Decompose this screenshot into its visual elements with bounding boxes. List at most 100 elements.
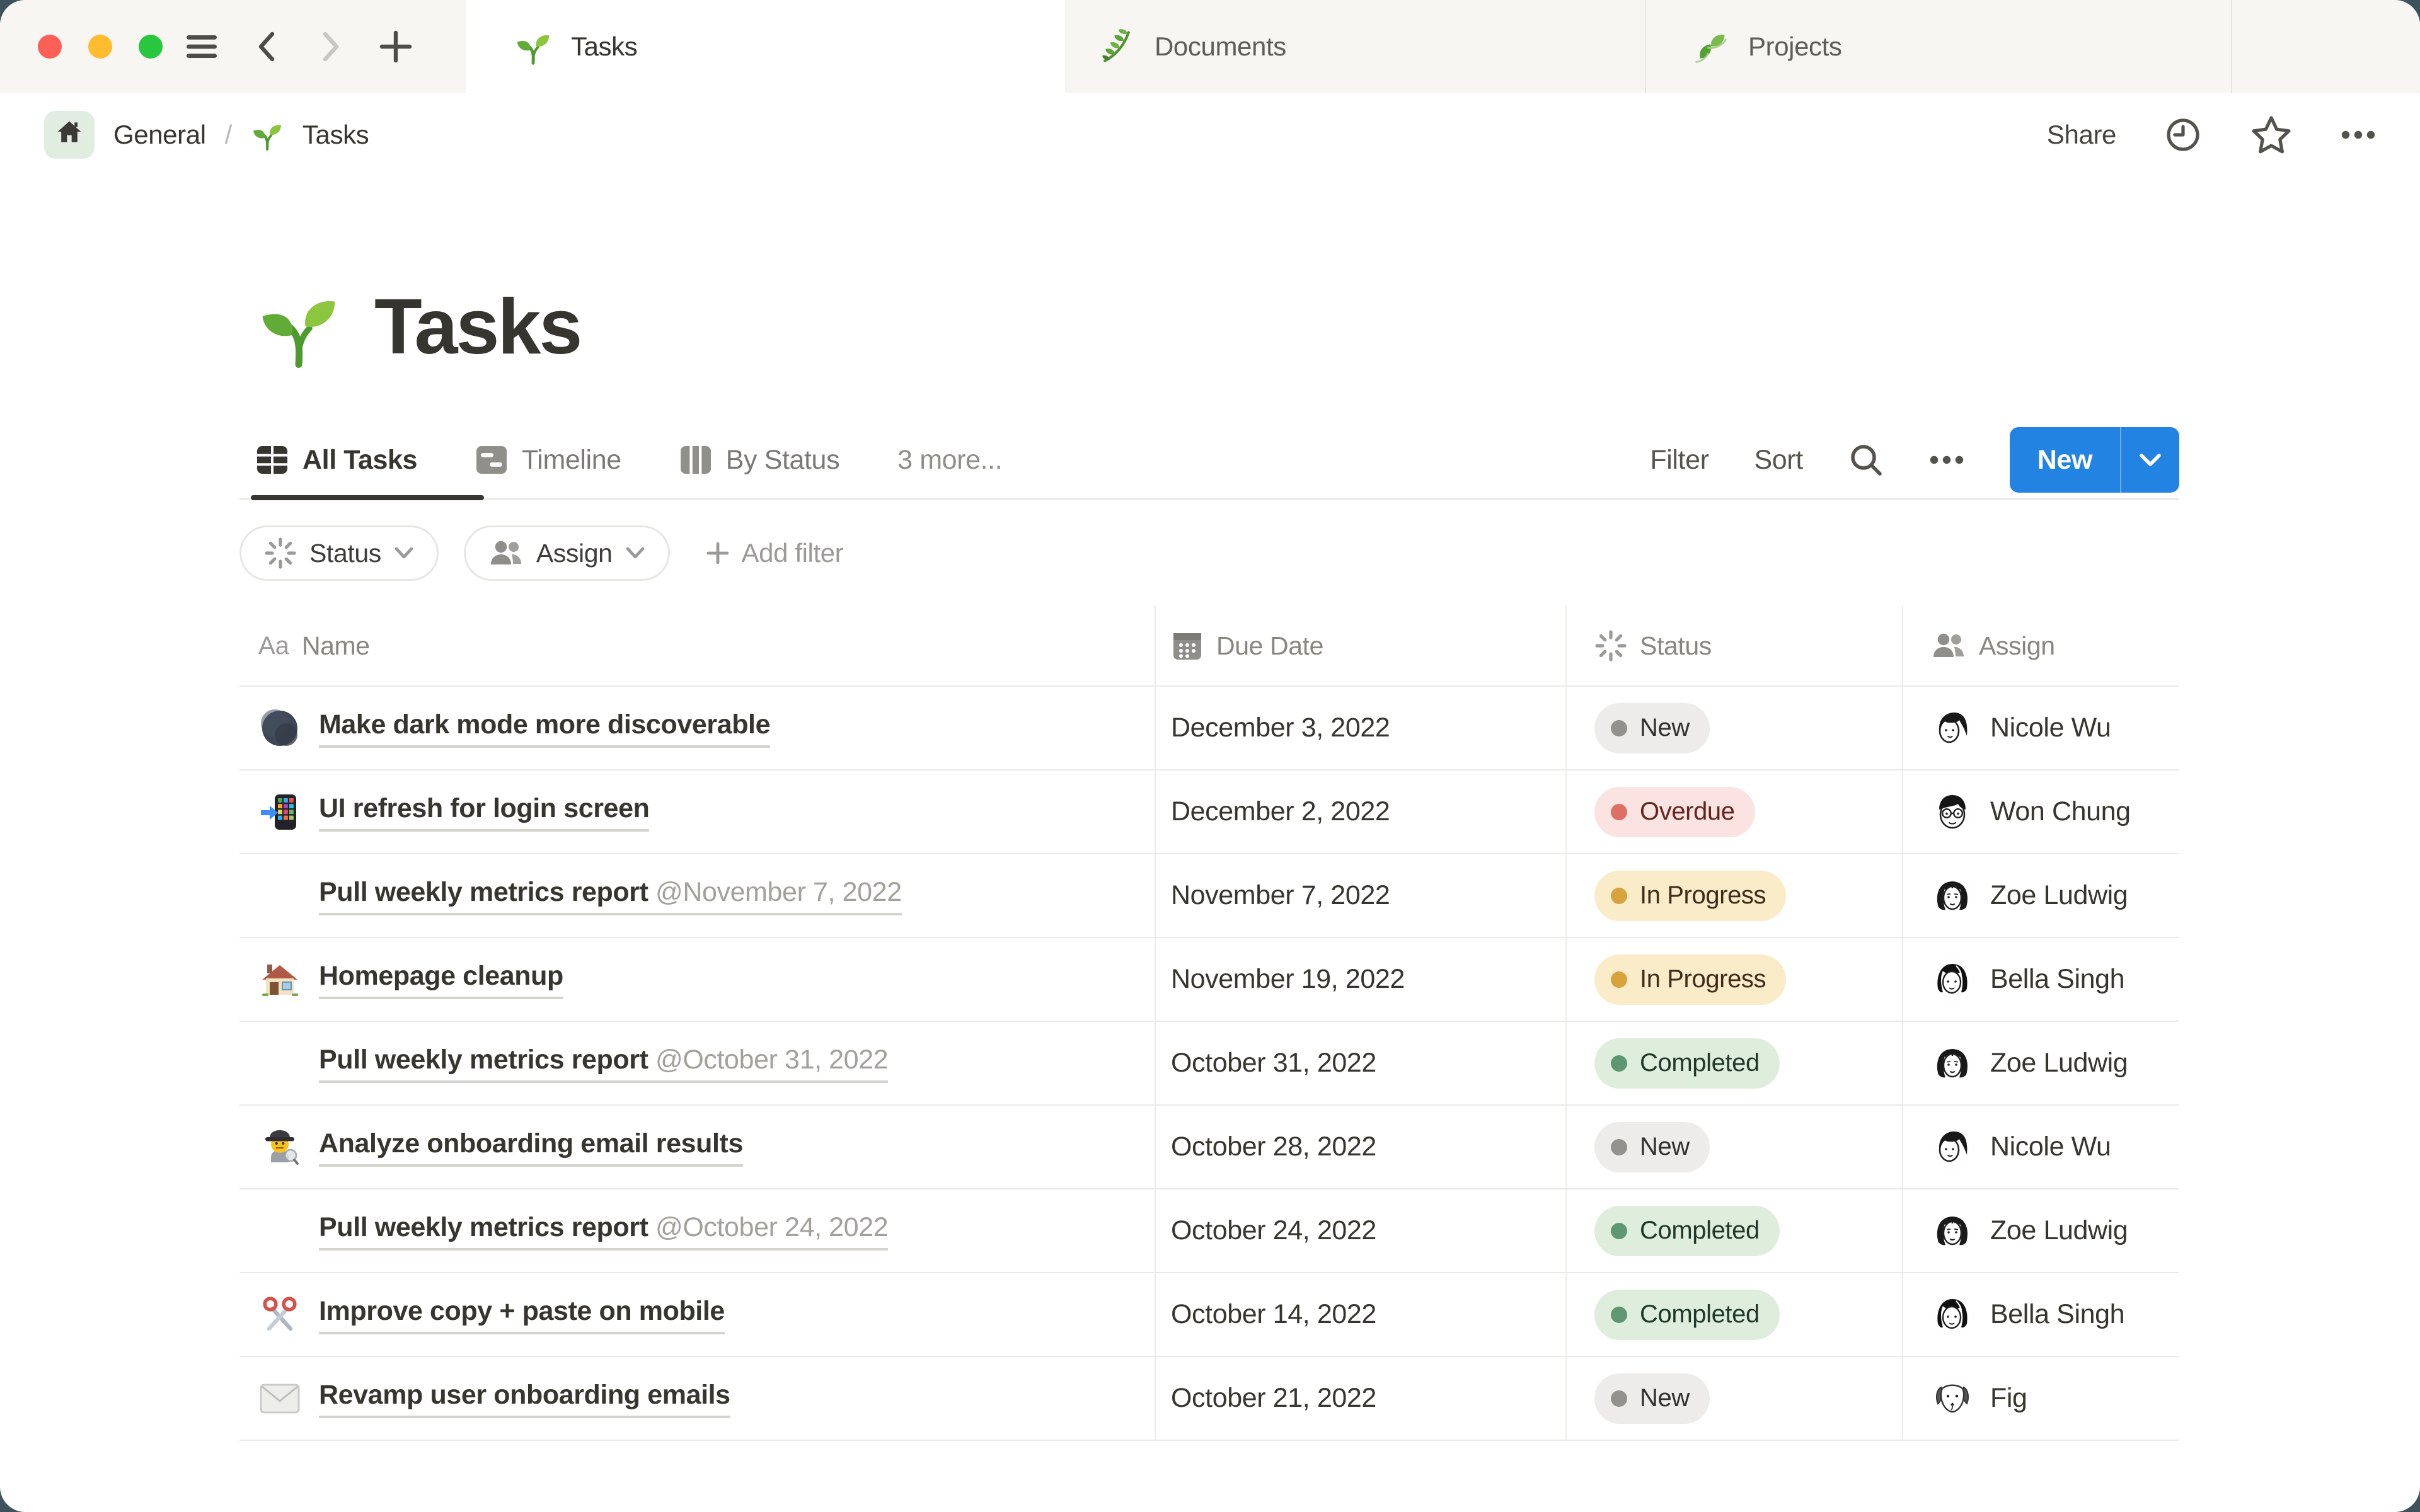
task-title-link[interactable]: Homepage cleanup xyxy=(319,959,563,1000)
new-button-dropdown[interactable] xyxy=(2120,427,2179,493)
assign-cell[interactable]: Bella Singh xyxy=(1903,938,2179,1021)
favorite-star-icon[interactable] xyxy=(2250,115,2293,155)
assign-cell[interactable]: Nicole Wu xyxy=(1903,687,2179,769)
task-name-cell[interactable]: Homepage cleanup xyxy=(239,938,1156,1021)
breadcrumb-separator: / xyxy=(224,120,233,149)
status-cell[interactable]: Completed xyxy=(1567,1022,1903,1104)
column-header-status[interactable]: Status xyxy=(1567,606,1903,685)
assign-cell[interactable]: Won Chung xyxy=(1903,770,2179,853)
task-title-link[interactable]: Improve copy + paste on mobile xyxy=(319,1295,725,1335)
status-cell[interactable]: Completed xyxy=(1567,1189,1903,1272)
status-badge[interactable]: New xyxy=(1594,1373,1710,1424)
status-badge[interactable]: In Progress xyxy=(1594,870,1787,921)
envelope-icon xyxy=(258,1383,301,1414)
due-date-cell[interactable]: October 24, 2022 xyxy=(1156,1189,1567,1272)
avatar xyxy=(1931,1041,1974,1085)
status-cell[interactable]: In Progress xyxy=(1567,854,1903,937)
status-label: Completed xyxy=(1640,1300,1760,1328)
zoom-window-button[interactable] xyxy=(139,35,163,59)
due-date-cell[interactable]: October 14, 2022 xyxy=(1156,1273,1567,1356)
status-badge[interactable]: Completed xyxy=(1594,1289,1780,1340)
due-date-cell[interactable]: October 31, 2022 xyxy=(1156,1022,1567,1104)
assign-cell[interactable]: Zoe Ludwig xyxy=(1903,854,2179,937)
due-date-cell[interactable]: December 3, 2022 xyxy=(1156,687,1567,769)
view-tab-by-status[interactable]: By Status xyxy=(679,445,840,476)
status-dot-icon xyxy=(1611,803,1627,820)
search-icon[interactable] xyxy=(1848,442,1884,478)
page-title[interactable]: Tasks xyxy=(374,282,582,372)
task-name-cell[interactable]: Improve copy + paste on mobile xyxy=(239,1273,1156,1356)
view-more-options-icon[interactable] xyxy=(1929,455,1964,465)
due-date-value: October 31, 2022 xyxy=(1171,1048,1376,1078)
status-badge[interactable]: In Progress xyxy=(1594,954,1787,1005)
task-name-cell[interactable]: Pull weekly metrics report @October 31, … xyxy=(239,1022,1156,1104)
more-options-icon[interactable] xyxy=(2341,130,2376,140)
task-title-link[interactable]: Make dark mode more discoverable xyxy=(319,708,771,748)
window-tab-projects[interactable]: Projects xyxy=(1646,0,2232,93)
due-date-cell[interactable]: November 19, 2022 xyxy=(1156,938,1567,1021)
assign-cell[interactable]: Nicole Wu xyxy=(1903,1106,2179,1188)
add-filter-button[interactable]: Add filter xyxy=(705,538,844,568)
filter-button[interactable]: Filter xyxy=(1650,445,1709,476)
share-button[interactable]: Share xyxy=(2047,120,2116,150)
close-window-button[interactable] xyxy=(38,35,62,59)
task-name-cell[interactable]: UI refresh for login screen xyxy=(239,770,1156,853)
filter-chip-assign[interactable]: Assign xyxy=(463,525,670,581)
date-mention[interactable]: @October 24, 2022 xyxy=(655,1212,889,1242)
task-name-cell[interactable]: Pull weekly metrics report @November 7, … xyxy=(239,854,1156,937)
task-title-link[interactable]: Analyze onboarding email results xyxy=(319,1127,743,1167)
view-tab-timeline[interactable]: Timeline xyxy=(475,445,621,476)
task-title-link[interactable]: Pull weekly metrics report @October 31, … xyxy=(319,1043,889,1084)
view-tab-all-tasks[interactable]: All Tasks xyxy=(256,445,417,476)
task-title-link[interactable]: Revamp user onboarding emails xyxy=(319,1378,730,1419)
status-cell[interactable]: New xyxy=(1567,1357,1903,1440)
status-cell[interactable]: New xyxy=(1567,1106,1903,1188)
workspace-home-badge[interactable] xyxy=(44,111,95,159)
filter-chip-status[interactable]: Status xyxy=(239,525,439,581)
column-header-assign[interactable]: Assign xyxy=(1903,606,2179,685)
task-name-cell[interactable]: Analyze onboarding email results xyxy=(239,1106,1156,1188)
breadcrumb-page[interactable]: Tasks xyxy=(302,120,369,150)
forward-icon[interactable] xyxy=(315,30,345,63)
status-cell[interactable]: Completed xyxy=(1567,1273,1903,1356)
task-name-cell[interactable]: Revamp user onboarding emails xyxy=(239,1357,1156,1440)
window-tab-tasks[interactable]: Tasks xyxy=(466,0,1065,93)
status-cell[interactable]: New xyxy=(1567,687,1903,769)
assign-cell[interactable]: Bella Singh xyxy=(1903,1273,2179,1356)
minimize-window-button[interactable] xyxy=(88,35,112,59)
status-badge[interactable]: New xyxy=(1594,702,1710,753)
task-title-link[interactable]: Pull weekly metrics report @October 24, … xyxy=(319,1211,889,1251)
column-header-due-date[interactable]: Due Date xyxy=(1156,606,1567,685)
due-date-cell[interactable]: December 2, 2022 xyxy=(1156,770,1567,853)
date-mention[interactable]: @November 7, 2022 xyxy=(655,877,902,907)
sidebar-toggle-icon[interactable] xyxy=(184,32,219,62)
date-mention[interactable]: @October 31, 2022 xyxy=(655,1045,889,1075)
task-title-link[interactable]: Pull weekly metrics report @November 7, … xyxy=(319,876,902,916)
status-badge[interactable]: Completed xyxy=(1594,1205,1780,1256)
more-views-link[interactable]: 3 more... xyxy=(897,445,1002,476)
assign-cell[interactable]: Zoe Ludwig xyxy=(1903,1189,2179,1272)
status-cell[interactable]: Overdue xyxy=(1567,770,1903,853)
column-header-name[interactable]: Aa Name xyxy=(239,606,1156,685)
window-tab-documents[interactable]: Documents xyxy=(1065,0,1646,93)
breadcrumb-workspace[interactable]: General xyxy=(113,120,206,150)
status-dot-icon xyxy=(1611,1222,1627,1239)
page-icon-seedling[interactable] xyxy=(256,284,342,370)
assign-cell[interactable]: Fig xyxy=(1903,1357,2179,1440)
task-name-cell[interactable]: Pull weekly metrics report @October 24, … xyxy=(239,1189,1156,1272)
task-title-link[interactable]: UI refresh for login screen xyxy=(319,792,650,832)
status-badge[interactable]: Overdue xyxy=(1594,786,1755,837)
assign-cell[interactable]: Zoe Ludwig xyxy=(1903,1022,2179,1104)
due-date-cell[interactable]: October 28, 2022 xyxy=(1156,1106,1567,1188)
status-badge[interactable]: Completed xyxy=(1594,1038,1780,1089)
status-badge[interactable]: New xyxy=(1594,1121,1710,1172)
task-name-cell[interactable]: Make dark mode more discoverable xyxy=(239,687,1156,769)
back-icon[interactable] xyxy=(252,30,282,63)
due-date-cell[interactable]: October 21, 2022 xyxy=(1156,1357,1567,1440)
sort-button[interactable]: Sort xyxy=(1754,445,1804,476)
updates-clock-icon[interactable] xyxy=(2164,116,2202,154)
status-cell[interactable]: In Progress xyxy=(1567,938,1903,1021)
due-date-cell[interactable]: November 7, 2022 xyxy=(1156,854,1567,937)
new-button[interactable]: New xyxy=(2010,427,2120,493)
new-tab-icon[interactable] xyxy=(378,29,413,64)
